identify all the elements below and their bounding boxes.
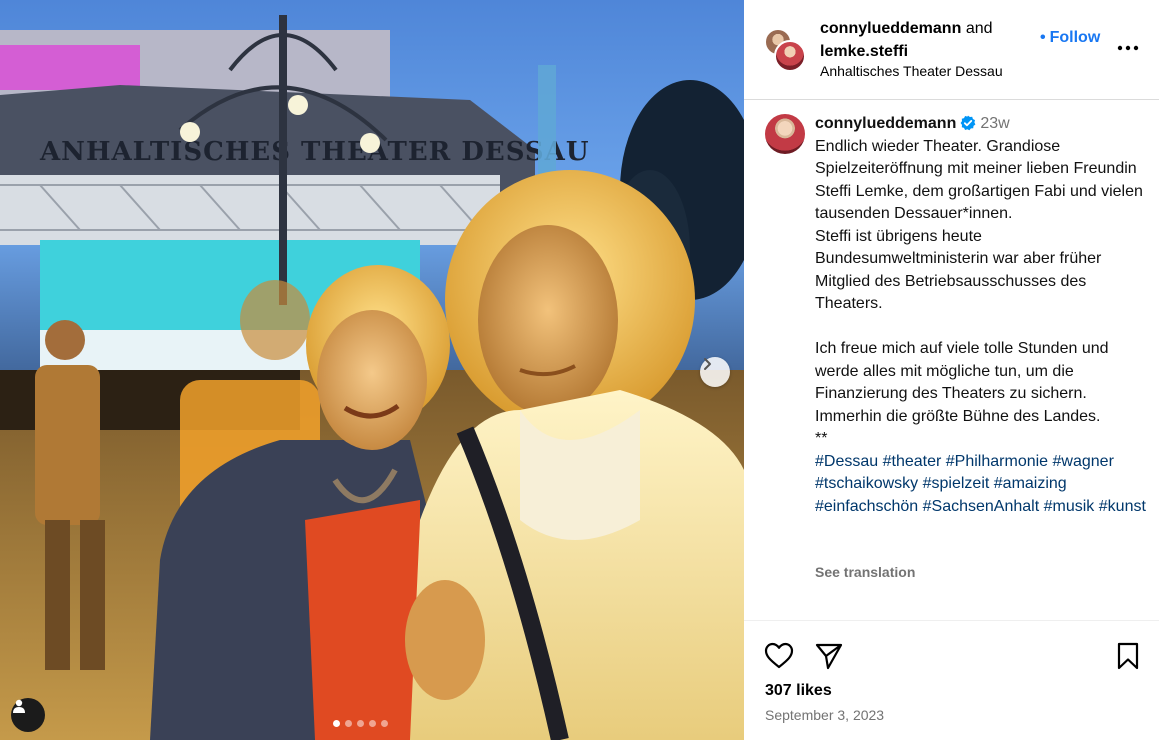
bookmark-icon[interactable]: [1113, 641, 1143, 671]
caption-hashtags: #Dessau #theater #Philharmonie #wagner #…: [815, 451, 1150, 519]
tagged-users-button[interactable]: [11, 698, 45, 732]
heart-icon[interactable]: [764, 641, 794, 671]
post-actions: 307 likes September 3, 2023: [744, 620, 1159, 740]
verified-badge-icon: [960, 115, 976, 131]
photo-scene: ANHALTISCHES THEATER DESSAU: [0, 0, 744, 740]
caption-username[interactable]: connylueddemann: [815, 115, 956, 132]
more-horizontal-icon[interactable]: [1117, 37, 1139, 59]
caption-text-block: connylueddemann 23w Endlich wieder Theate…: [815, 113, 1150, 518]
hashtag-link[interactable]: #kunst: [1099, 498, 1146, 515]
post-photo[interactable]: ANHALTISCHES THEATER DESSAU: [0, 0, 744, 740]
carousel-dot: [381, 720, 388, 727]
likes-count[interactable]: 307 likes: [765, 682, 832, 700]
avatar[interactable]: [774, 40, 806, 72]
avatar[interactable]: [765, 114, 805, 154]
hashtag-link[interactable]: #theater: [883, 453, 942, 470]
see-translation-link[interactable]: See translation: [815, 564, 915, 580]
hashtag-link[interactable]: #Philharmonie: [946, 453, 1048, 470]
hashtag-link[interactable]: #wagner: [1053, 453, 1114, 470]
hashtag-link[interactable]: #musik: [1044, 498, 1095, 515]
header-usernames: connylueddemann and lemke.steffi: [820, 17, 993, 63]
chevron-right-icon: [704, 358, 711, 370]
header-user-1[interactable]: connylueddemann: [820, 20, 961, 37]
hashtag-link[interactable]: #Dessau: [815, 453, 878, 470]
carousel-dot: [369, 720, 376, 727]
post-time[interactable]: 23w: [980, 115, 1009, 132]
header-user-2[interactable]: lemke.steffi: [820, 43, 908, 60]
bullet-separator: •: [1040, 29, 1046, 46]
carousel-dot: [345, 720, 352, 727]
user-tag-icon: [13, 699, 25, 713]
hashtag-link[interactable]: #einfachschön: [815, 498, 918, 515]
hashtag-link[interactable]: #spielzeit: [923, 475, 990, 492]
post-header: connylueddemann and lemke.steffi Anhalti…: [744, 0, 1159, 100]
carousel-dot: [357, 720, 364, 727]
caption-body: Endlich wieder Theater. Grandiose Spielz…: [815, 137, 1143, 448]
post-caption: connylueddemann 23w Endlich wieder Theate…: [744, 100, 1159, 620]
hashtag-link[interactable]: #tschaikowsky: [815, 475, 918, 492]
photo-sign-text: ANHALTISCHES THEATER DESSAU: [39, 137, 590, 167]
carousel-dot: [333, 720, 340, 727]
carousel-dots: [333, 720, 388, 727]
follow-button[interactable]: • Follow: [1040, 29, 1100, 47]
header-conjunction: and: [965, 20, 993, 37]
location-link[interactable]: Anhaltisches Theater Dessau: [820, 63, 1003, 79]
collab-avatars[interactable]: [764, 28, 806, 72]
post-side-panel: connylueddemann and lemke.steffi Anhalti…: [744, 0, 1159, 740]
carousel-next-button[interactable]: [700, 357, 730, 387]
follow-label: Follow: [1049, 29, 1101, 46]
post-date[interactable]: September 3, 2023: [765, 707, 884, 723]
hashtag-link[interactable]: #SachsenAnhalt: [923, 498, 1040, 515]
paper-plane-icon[interactable]: [814, 641, 844, 671]
hashtag-link[interactable]: #amaizing: [994, 475, 1067, 492]
